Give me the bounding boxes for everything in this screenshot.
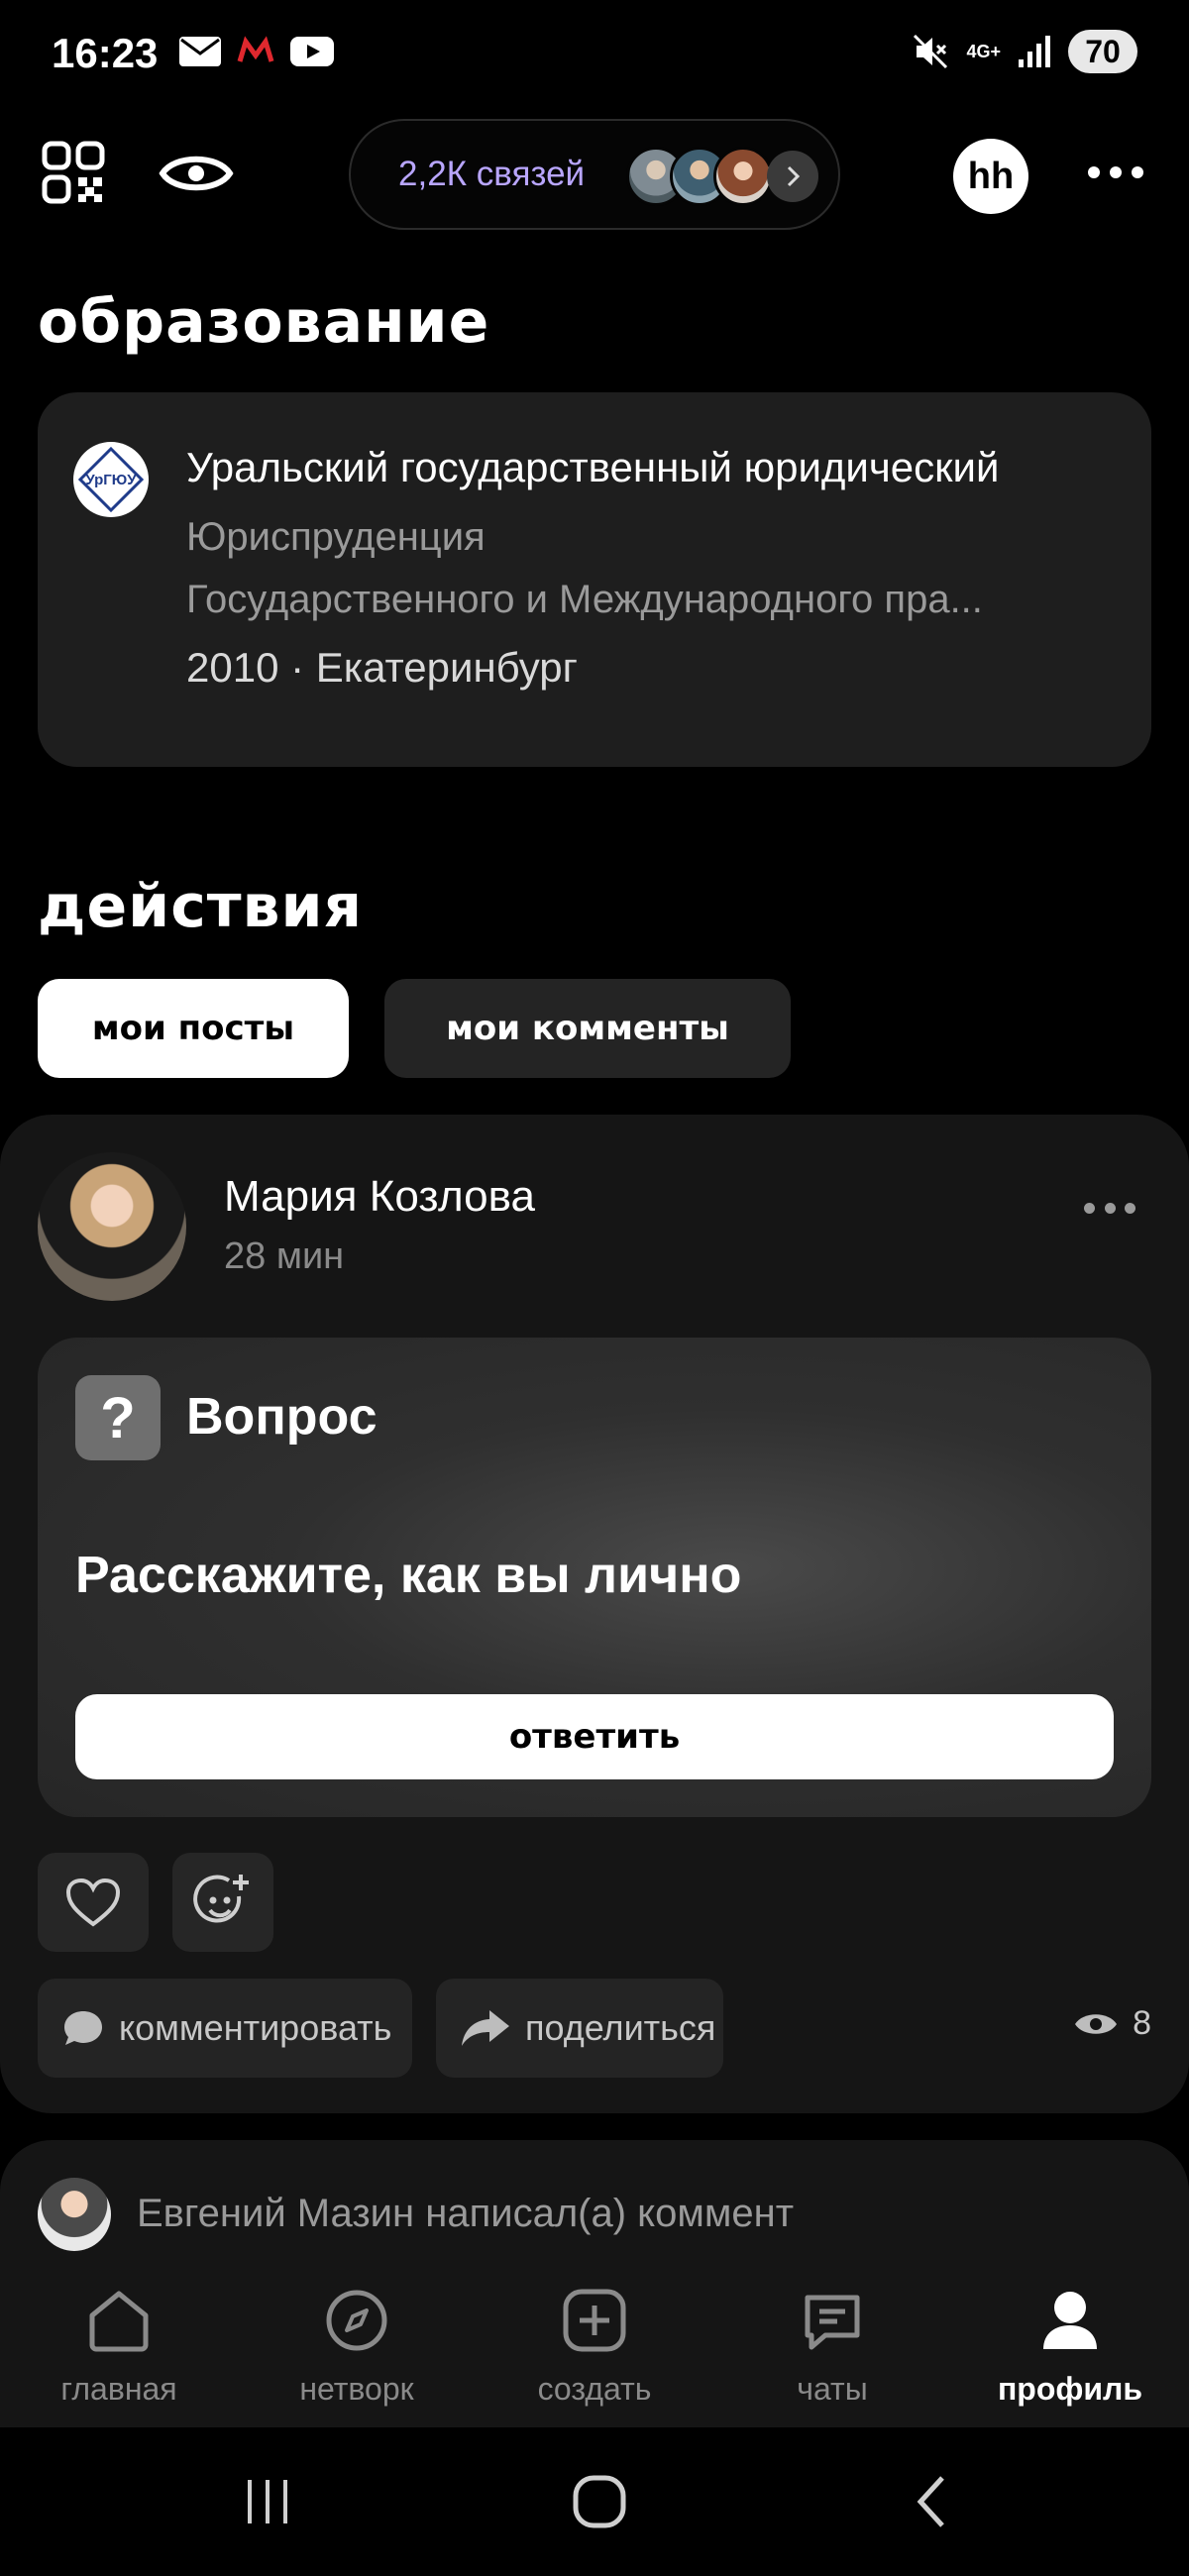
qr-code-button[interactable] bbox=[42, 141, 105, 204]
nav-chats[interactable]: чаты bbox=[723, 2284, 941, 2422]
connections-avatars bbox=[626, 147, 773, 206]
views-count: 8 bbox=[1133, 2004, 1151, 2042]
add-emoji-icon bbox=[193, 1875, 249, 1923]
nav-network-label: нетворк bbox=[299, 2371, 414, 2407]
share-button[interactable]: поделиться bbox=[436, 1979, 723, 2078]
nav-profile[interactable]: профиль bbox=[961, 2284, 1179, 2422]
network-type: 4G+ bbox=[966, 42, 1001, 61]
qr-code-icon bbox=[42, 141, 105, 204]
answer-button[interactable]: ответить bbox=[75, 1694, 1114, 1779]
status-bar: 16:23 4G+ 70 bbox=[0, 0, 1189, 109]
education-meta: 2010 · Екатеринбург bbox=[186, 644, 578, 691]
heart-icon bbox=[65, 1878, 121, 1927]
visibility-button[interactable] bbox=[159, 149, 234, 198]
university-name: Уральский государственный юридический bbox=[186, 444, 1000, 490]
connections-button[interactable]: 2,2К связей bbox=[349, 119, 840, 230]
home-icon bbox=[89, 2291, 149, 2352]
author-avatar[interactable] bbox=[38, 1152, 186, 1301]
question-type-label: Вопрос bbox=[186, 1388, 378, 1446]
comment-label: комментировать bbox=[119, 2007, 392, 2048]
nav-home-label: главная bbox=[60, 2371, 177, 2407]
education-heading: образование bbox=[38, 287, 490, 357]
hh-logo-button[interactable]: hh bbox=[953, 139, 1028, 214]
bottom-navigation: главная нетворк создать чаты профиль bbox=[0, 2264, 1189, 2427]
back-icon[interactable] bbox=[892, 2467, 971, 2536]
post-time: 28 мин bbox=[224, 1235, 345, 1277]
more-options-icon[interactable] bbox=[1088, 161, 1143, 184]
nav-create[interactable]: создать bbox=[486, 2284, 703, 2422]
svg-text:УрГЮУ: УрГЮУ bbox=[85, 472, 137, 488]
add-reaction-button[interactable] bbox=[172, 1853, 273, 1952]
comment-button[interactable]: комментировать bbox=[38, 1979, 412, 2078]
home-button-icon[interactable] bbox=[560, 2467, 639, 2536]
connections-label: 2,2К связей bbox=[398, 155, 586, 193]
status-notification-icons bbox=[178, 36, 335, 67]
comment-bubble-icon bbox=[64, 2011, 102, 2045]
post-card: Мария Козлова 28 мин ? Вопрос Расскажите… bbox=[0, 1115, 1189, 2113]
youtube-icon bbox=[290, 37, 334, 66]
education-card[interactable]: УрГЮУ Уральский государственный юридичес… bbox=[38, 392, 1151, 767]
nav-home[interactable]: главная bbox=[10, 2284, 228, 2422]
avatar bbox=[713, 147, 773, 206]
top-bar: 2,2К связей hh bbox=[0, 119, 1189, 233]
system-navigation-bar bbox=[0, 2427, 1189, 2576]
nav-chats-label: чаты bbox=[797, 2371, 868, 2407]
compass-icon bbox=[326, 2290, 387, 2351]
tab-my-posts[interactable]: мои посты bbox=[38, 979, 349, 1078]
mute-icon bbox=[914, 34, 948, 69]
views-counter: 8 bbox=[1073, 2004, 1151, 2043]
question-text: Расскажите, как вы лично bbox=[75, 1547, 742, 1604]
mail-icon bbox=[179, 37, 221, 66]
faculty-name: Юриспруденция bbox=[186, 515, 486, 559]
status-time: 16:23 bbox=[52, 30, 159, 76]
tab-my-comments[interactable]: мои комменты bbox=[384, 979, 791, 1078]
actions-heading: действия bbox=[38, 872, 364, 941]
post-more-icon[interactable] bbox=[1084, 1200, 1135, 1216]
nav-network[interactable]: нетворк bbox=[248, 2284, 466, 2422]
eye-icon bbox=[159, 156, 234, 191]
plus-square-icon bbox=[563, 2289, 626, 2352]
share-label: поделиться bbox=[525, 2007, 716, 2048]
question-mark-icon: ? bbox=[75, 1375, 161, 1460]
chevron-right-icon bbox=[767, 151, 818, 202]
battery-indicator: 70 bbox=[1068, 30, 1137, 73]
recent-apps-icon[interactable] bbox=[228, 2467, 307, 2536]
share-arrow-icon bbox=[462, 2010, 509, 2046]
status-system-icons: 4G+ 70 bbox=[911, 30, 1137, 73]
signal-icon bbox=[1019, 36, 1050, 67]
question-block: ? Вопрос Расскажите, как вы лично ответи… bbox=[38, 1338, 1151, 1817]
nav-profile-label: профиль bbox=[997, 2371, 1143, 2407]
commenter-avatar bbox=[38, 2178, 111, 2251]
profile-icon bbox=[1043, 2292, 1097, 2349]
next-post-text: Евгений Мазин написал(а) коммент bbox=[137, 2192, 795, 2235]
brand-m-icon bbox=[237, 36, 274, 62]
nav-create-label: создать bbox=[537, 2371, 652, 2407]
university-logo: УрГЮУ bbox=[73, 442, 149, 517]
eye-icon bbox=[1075, 2013, 1118, 2034]
author-name[interactable]: Мария Козлова bbox=[224, 1172, 535, 1222]
department-name: Государственного и Международного пра... bbox=[186, 578, 983, 621]
chat-icon bbox=[805, 2295, 860, 2350]
like-button[interactable] bbox=[38, 1853, 149, 1952]
